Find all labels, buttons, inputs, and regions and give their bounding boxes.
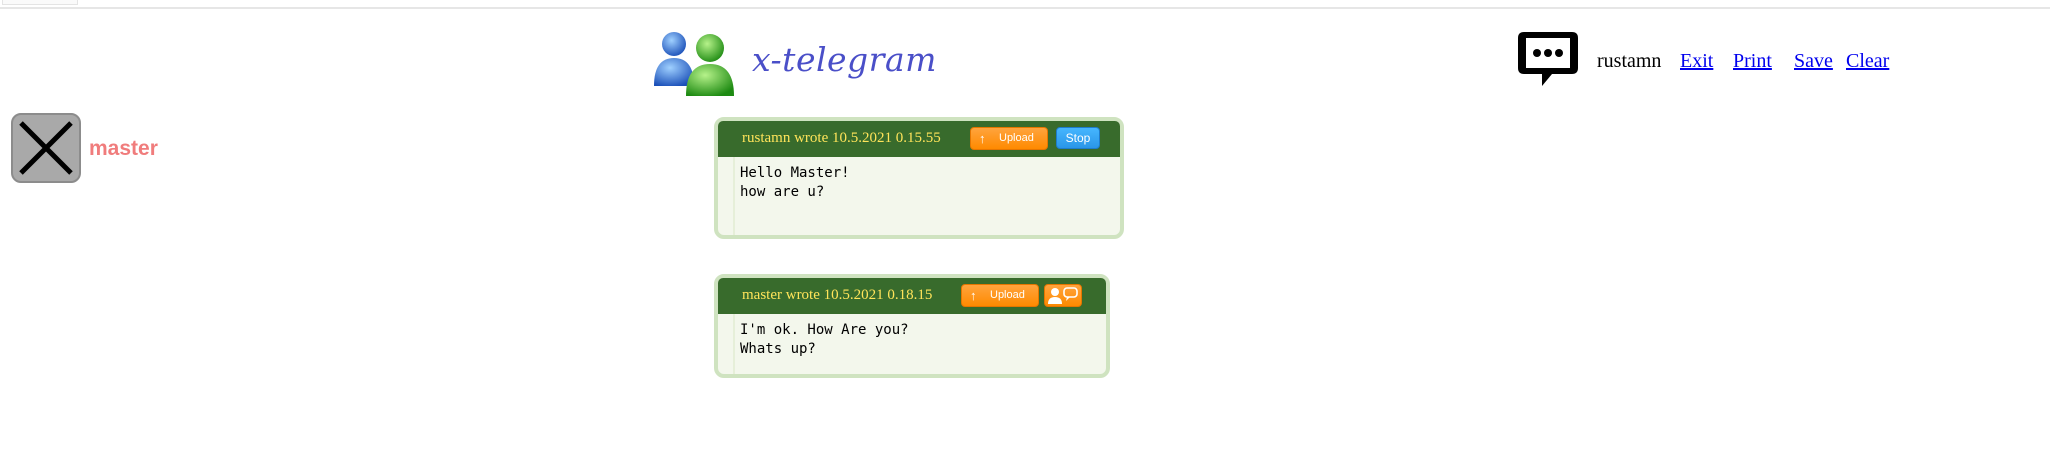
brand-title: x-telegram (752, 40, 937, 79)
contact-name[interactable]: master (89, 137, 158, 161)
contact-item[interactable]: master (11, 113, 191, 187)
chat-bubble-icon[interactable] (1516, 28, 1580, 90)
message-divider (733, 314, 735, 374)
message-card: rustamn wrote 10.5.2021 0.15.55 ↑ Upload… (714, 117, 1124, 239)
upload-label: Upload (999, 132, 1034, 144)
top-tab[interactable] (2, 0, 78, 5)
upload-button[interactable]: ↑ Upload (970, 127, 1048, 150)
save-link[interactable]: Save (1794, 50, 1833, 73)
print-link[interactable]: Print (1733, 50, 1772, 73)
message-line: I'm ok. How Are you? (740, 322, 909, 338)
message-divider (733, 157, 735, 235)
message-line: Hello Master! (740, 165, 850, 181)
upload-label: Upload (990, 289, 1025, 301)
exit-link[interactable]: Exit (1680, 50, 1713, 73)
top-divider (0, 7, 2050, 9)
message-header: master wrote 10.5.2021 0.18.15 ↑ Upload (718, 278, 1106, 314)
message-header-text: master wrote 10.5.2021 0.18.15 (742, 287, 933, 303)
message-card: master wrote 10.5.2021 0.18.15 ↑ Upload … (714, 274, 1110, 378)
users-icon (654, 32, 734, 96)
message-line: how are u? (740, 184, 825, 200)
arrow-up-icon: ↑ (970, 288, 977, 303)
stop-button[interactable]: Stop (1056, 127, 1100, 149)
user-chat-button[interactable] (1044, 284, 1082, 307)
brand: x-telegram (652, 28, 936, 100)
current-username: rustamn (1597, 50, 1662, 72)
message-header: rustamn wrote 10.5.2021 0.15.55 ↑ Upload… (718, 121, 1120, 157)
arrow-up-icon: ↑ (979, 131, 986, 146)
contact-avatar[interactable] (11, 113, 81, 183)
upload-button[interactable]: ↑ Upload (961, 284, 1039, 307)
close-x-icon (19, 121, 73, 175)
message-body: Hello Master! how are u? (740, 164, 850, 202)
user-chat-icon (1048, 287, 1078, 304)
message-line: Whats up? (740, 341, 816, 357)
message-header-text: rustamn wrote 10.5.2021 0.15.55 (742, 130, 941, 146)
message-body: I'm ok. How Are you? Whats up? (740, 321, 909, 359)
clear-link[interactable]: Clear (1846, 50, 1889, 73)
